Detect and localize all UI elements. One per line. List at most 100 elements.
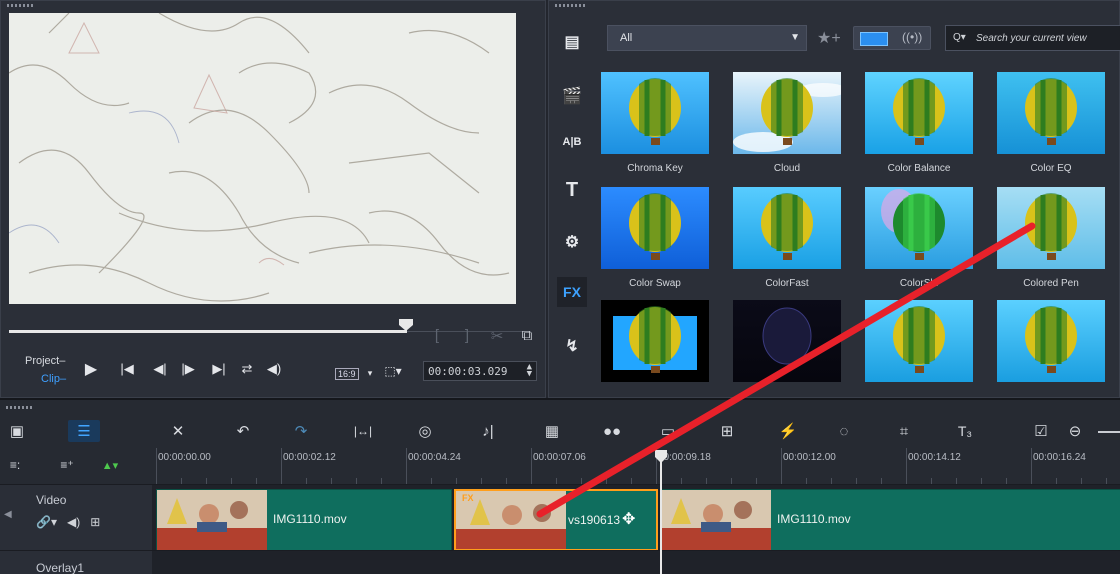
timeline-clip-selected[interactable]: FX vs190613 ✥ <box>454 489 658 551</box>
track-video: IMG1110.mov FX vs190613 ✥ IMG1110.mov <box>152 484 1120 551</box>
player-panel: [ ] ✂ ⧉ Project– Clip– ▶ |◀ ◀| |▶ ▶| ⇄ ◀… <box>0 0 546 398</box>
time-remapping-icon[interactable]: ⚡ <box>776 420 800 442</box>
mute-icon[interactable]: ◀) <box>67 515 80 529</box>
title-icon[interactable]: T <box>557 175 587 205</box>
mark-in-button[interactable]: [ <box>429 327 445 345</box>
home-icon[interactable]: |◀ <box>117 359 137 379</box>
effect-tile[interactable]: Color Balance <box>865 72 973 174</box>
multi-camera-icon[interactable]: ⊞ <box>716 420 738 442</box>
project-mode-label[interactable]: Project– <box>25 355 65 367</box>
playhead[interactable] <box>660 452 662 574</box>
video-editor-window: [ ] ✂ ⧉ Project– Clip– ▶ |◀ ◀| |▶ ▶| ⇄ ◀… <box>0 0 1120 574</box>
add-favorite-icon[interactable]: ★+ <box>817 28 841 48</box>
mask-creator-icon[interactable]: ◌ <box>832 420 856 442</box>
timeline-view-icon[interactable]: ☰ <box>68 420 100 442</box>
clip-mode-label[interactable]: Clip– <box>41 373 66 385</box>
previous-frame-icon[interactable]: ◀| <box>149 359 171 379</box>
transition-icon[interactable]: A|B <box>557 127 587 157</box>
scrubber-handle[interactable] <box>399 319 413 331</box>
track-tools: 🔗▾ ◀) ⊞ <box>36 515 100 529</box>
track-name: Video <box>36 493 67 507</box>
ripple-edit-icon[interactable]: ⊞ <box>90 515 100 529</box>
auto-music-icon[interactable]: ▦ <box>540 420 564 442</box>
zoom-slider[interactable] <box>1098 431 1120 433</box>
play-icon[interactable]: ▶ <box>81 359 101 379</box>
panel-grip[interactable] <box>7 4 33 7</box>
effect-tile[interactable] <box>997 300 1105 391</box>
timeline-clip[interactable]: IMG1110.mov <box>156 489 452 551</box>
category-dropdown[interactable]: All ▼ <box>607 25 807 51</box>
ratio-dropdown-icon[interactable]: ▾ <box>365 363 375 383</box>
link-icon[interactable]: 🔗▾ <box>36 515 57 529</box>
library-panel: ▤ 🎬 A|B T ⚙ FX ↯ All ▼ ★+ ((•)) Q▾ Searc… <box>548 0 1120 398</box>
ruler-tick-label: 00:00:02.12 <box>283 452 336 463</box>
subtitle-editor-icon[interactable]: ▭ <box>656 420 680 442</box>
track-expand-icon[interactable]: ◀ <box>4 509 12 520</box>
pan-zoom-icon[interactable]: ⌗ <box>892 420 916 442</box>
playhead-handle[interactable] <box>654 450 668 464</box>
ruler-tick <box>156 448 157 484</box>
effect-tile[interactable]: ColorFast <box>733 187 841 289</box>
playback-controls: Project– Clip– ▶ |◀ ◀| |▶ ▶| ⇄ ◀) 16:9 ▾… <box>1 351 547 391</box>
timecode-field[interactable]: 00:00:03.029 ▲ ▼ <box>423 361 537 381</box>
enable-ripple-icon[interactable]: ▲▾ <box>100 454 120 476</box>
aspect-ratio-button[interactable]: 16:9 <box>335 368 359 380</box>
checkbox-edit-icon[interactable]: ☑ <box>1030 420 1052 442</box>
storyboard-view-icon[interactable]: ▣ <box>4 420 30 442</box>
effect-thumbnail <box>733 300 841 382</box>
media-library-icon[interactable]: ▤ <box>557 27 587 57</box>
split-clip-icon[interactable]: ✂ <box>489 327 505 345</box>
timecode-stepper-icon[interactable]: ▲ ▼ <box>527 363 532 379</box>
effect-thumbnail <box>997 300 1105 382</box>
effect-tile[interactable]: Color Swap <box>601 187 709 289</box>
effect-thumbnail <box>865 300 973 382</box>
resize-crop-icon[interactable]: ⬚▾ <box>381 361 405 381</box>
show-video-icon[interactable] <box>860 32 888 46</box>
effect-tile[interactable] <box>601 300 709 391</box>
path-motion-icon[interactable]: ↯ <box>557 331 587 361</box>
end-icon[interactable]: ▶| <box>209 359 229 379</box>
panel-grip[interactable] <box>555 4 587 7</box>
graphics-icon[interactable]: ⚙ <box>557 227 587 257</box>
fit-timeline-icon[interactable]: |↔| <box>350 420 376 442</box>
effect-tile[interactable]: Chroma Key <box>601 72 709 174</box>
toolbox-icon[interactable]: ✕ <box>166 420 190 442</box>
search-input[interactable]: Q▾ Search your current view <box>945 25 1120 51</box>
effect-tile[interactable]: Color EQ <box>997 72 1105 174</box>
motion-tracking-icon[interactable]: ●● <box>600 420 624 442</box>
sound-mixer-icon[interactable]: ♪| <box>476 420 500 442</box>
ruler-tick-label: 00:00:12.00 <box>783 452 836 463</box>
chevron-down-icon: ▼ <box>790 32 800 43</box>
add-chapter-icon[interactable]: ≡⁺ <box>56 454 78 476</box>
redo-icon[interactable]: ↷ <box>290 420 312 442</box>
3d-title-editor-icon[interactable]: T₃ <box>950 420 980 442</box>
effect-tile[interactable]: ColorShi <box>865 187 973 289</box>
record-capture-icon[interactable]: ◎ <box>414 420 436 442</box>
effect-thumbnail <box>601 300 709 382</box>
effect-tile[interactable]: Cloud <box>733 72 847 174</box>
playback-progress[interactable] <box>9 330 407 333</box>
undo-icon[interactable]: ↶ <box>232 420 254 442</box>
effect-tile[interactable]: Colored Pen <box>997 187 1105 289</box>
time-ruler[interactable]: 00:00:00.00 00:00:02.12 00:00:04.24 00:00:0… <box>152 448 1120 484</box>
effect-thumbnail <box>997 72 1105 154</box>
show-audio-icon[interactable]: ((•)) <box>902 30 922 44</box>
zoom-out-icon[interactable]: ⊖ <box>1064 420 1086 442</box>
instant-project-icon[interactable]: 🎬 <box>557 81 587 111</box>
repeat-icon[interactable]: ⇄ <box>237 359 257 379</box>
effect-tile[interactable] <box>733 300 841 391</box>
mark-out-button[interactable]: ] <box>459 327 475 345</box>
timeline-toolbar: ▣ ☰ ✕ ↶ ↷ |↔| ◎ ♪| ▦ ●● ▭ ⊞ ⚡ ◌ ⌗ T₃ ☑ ⊖ <box>0 414 1120 448</box>
fx-filter-icon[interactable]: FX <box>557 277 587 307</box>
volume-icon[interactable]: ◀) <box>263 359 285 379</box>
timecode-value: 00:00:03.029 <box>428 365 508 378</box>
ruler-tick <box>281 448 282 484</box>
next-frame-icon[interactable]: |▶ <box>177 359 199 379</box>
effect-tile[interactable] <box>865 300 973 391</box>
track-manager-icon[interactable]: ≡: <box>4 454 26 476</box>
panel-grip[interactable] <box>6 406 32 409</box>
effect-label: ColorShi <box>899 278 939 289</box>
copy-frame-icon[interactable]: ⧉ <box>519 327 535 345</box>
effect-label: Color EQ <box>1030 163 1072 174</box>
timeline-clip[interactable]: IMG1110.mov <box>660 489 1120 551</box>
